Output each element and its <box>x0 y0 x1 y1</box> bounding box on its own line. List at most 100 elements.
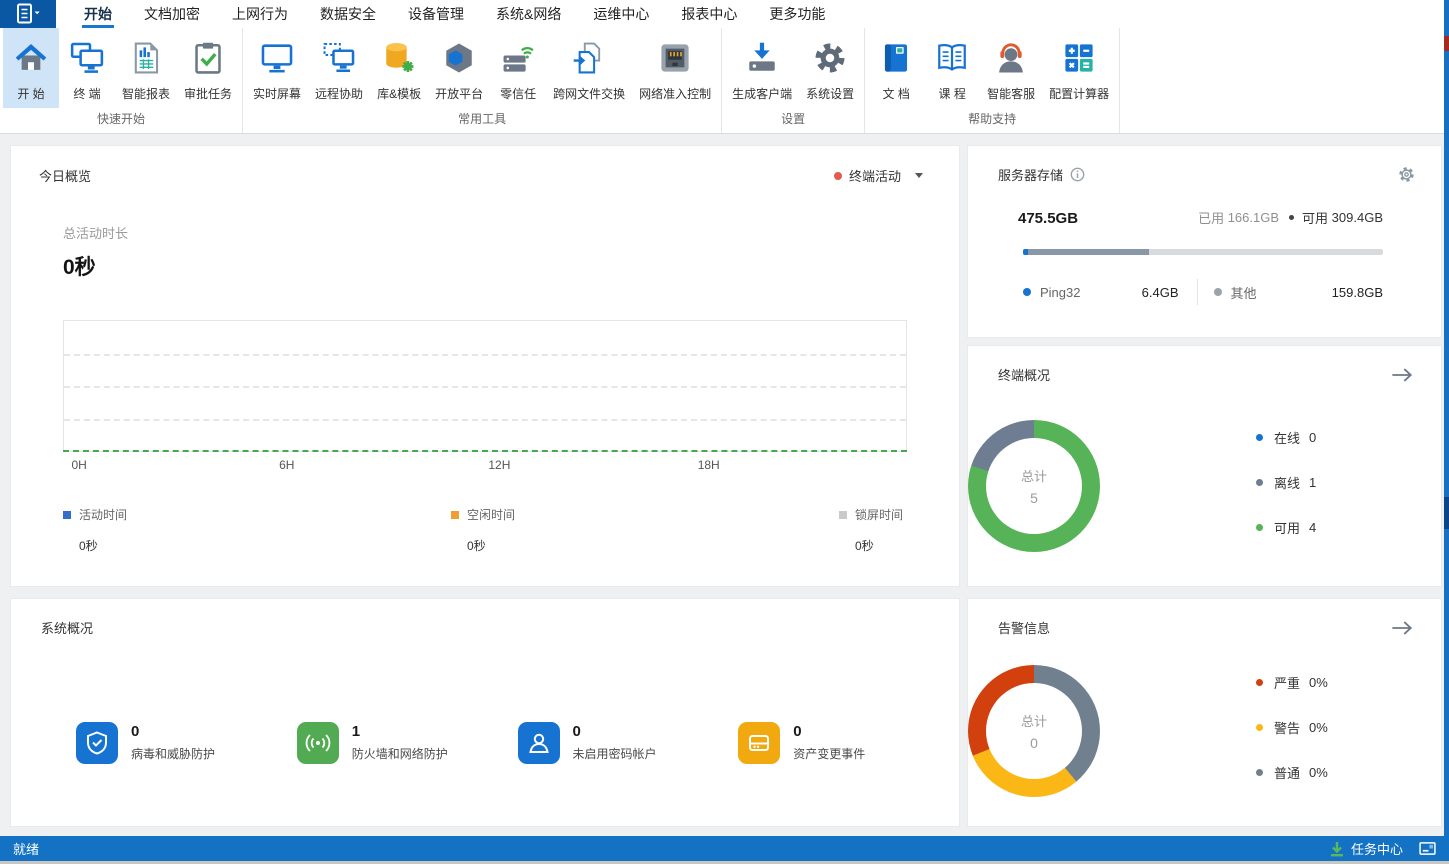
shield-check-icon <box>76 722 118 764</box>
x-tick: 6H <box>279 458 294 472</box>
smart-report-button-label: 智能报表 <box>122 85 170 102</box>
menu-tab-web-behavior[interactable]: 上网行为 <box>216 0 304 28</box>
task-window-icon[interactable] <box>1419 842 1436 855</box>
zero-trust-button[interactable]: 零信任 <box>490 28 546 108</box>
arrow-right-icon[interactable] <box>1391 620 1413 636</box>
user-account-icon <box>518 722 560 764</box>
activity-legend: 活动时间 0秒 空闲时间 0秒 锁屏时间 0秒 <box>63 506 903 554</box>
total-activity-label: 总活动时长 <box>63 223 959 242</box>
today-card-title: 今日概览 <box>39 166 91 185</box>
menu-tab-system-network[interactable]: 系统&网络 <box>480 0 577 28</box>
approval-tasks-button[interactable]: 审批任务 <box>177 28 239 108</box>
config-calculator-button-label: 配置计算器 <box>1049 85 1109 102</box>
legend-swatch <box>63 511 71 519</box>
stat-virus-protection[interactable]: 0 病毒和威胁防护 <box>76 721 297 765</box>
arrow-right-icon[interactable] <box>1391 367 1413 383</box>
menu-tab-start[interactable]: 开始 <box>68 0 128 28</box>
config-calculator-button[interactable]: 配置计算器 <box>1042 28 1116 108</box>
right-scrollbar[interactable] <box>1444 0 1449 836</box>
legend-active-time: 活动时间 0秒 <box>63 506 127 554</box>
filter-dot <box>834 172 842 180</box>
scrollbar-marker <box>1444 36 1449 51</box>
smart-report-button[interactable]: 智能报表 <box>115 28 177 108</box>
ribbon-group-label: 快速开始 <box>0 108 242 133</box>
home-icon <box>14 34 48 82</box>
stat-no-password-accounts[interactable]: 0 未启用密码帐户 <box>518 721 739 765</box>
separator-dot <box>1289 215 1294 220</box>
stat-firewall-protection[interactable]: 1 防火墙和网络防护 <box>297 721 518 765</box>
legend-available: 可用 4 <box>1256 518 1316 537</box>
terminal-donut-chart: 总计 5 <box>968 420 1100 552</box>
system-settings-button[interactable]: 系统设置 <box>799 28 861 108</box>
network-access-control-button-label: 网络准入控制 <box>639 85 711 102</box>
smart-report-icon <box>129 34 163 82</box>
terminal-legend: 在线 0 离线 1 可用 4 <box>1256 428 1316 563</box>
ribbon-group-label: 设置 <box>722 108 864 133</box>
menu-tab-ops-center[interactable]: 运维中心 <box>577 0 665 28</box>
menu-tab-report-center[interactable]: 报表中心 <box>665 0 753 28</box>
generate-client-button-label: 生成客户端 <box>732 85 792 102</box>
approval-clipboard-icon <box>191 34 225 82</box>
realtime-screen-icon <box>260 34 294 82</box>
status-ready-text: 就绪 <box>13 839 39 858</box>
ethernet-port-icon <box>658 34 692 82</box>
start-button[interactable]: 开 始 <box>3 28 59 108</box>
chevron-down-icon <box>915 173 923 178</box>
asset-device-icon <box>738 722 780 764</box>
alerts-donut-chart: 总计 0 <box>968 665 1100 797</box>
approval-tasks-button-label: 审批任务 <box>184 85 232 102</box>
chart-x-axis: 0H 6H 12H 18H <box>63 458 907 474</box>
alerts-card: 告警信息 总计 0 严重 0% 警告 0% 普通 0% <box>967 598 1442 827</box>
library-template-button[interactable]: 库&模板 <box>370 28 428 108</box>
open-platform-button-label: 开放平台 <box>435 85 483 102</box>
app-menu-button[interactable] <box>0 0 56 28</box>
open-platform-button[interactable]: 开放平台 <box>428 28 490 108</box>
storage-total: 475.5GB <box>1018 210 1078 227</box>
activity-filter-dropdown[interactable]: 终端活动 <box>834 166 923 185</box>
system-stats-row: 0 病毒和威胁防护 1 防火墙和网络防护 0 未启用密码帐户 <box>11 721 959 765</box>
generate-client-button[interactable]: 生成客户端 <box>725 28 799 108</box>
system-settings-button-label: 系统设置 <box>806 85 854 102</box>
stat-asset-change-events[interactable]: 0 资产变更事件 <box>738 721 959 765</box>
ribbon-group-label: 常用工具 <box>243 108 721 133</box>
network-access-control-button[interactable]: 网络准入控制 <box>632 28 718 108</box>
ribbon-group-label: 帮助支持 <box>865 108 1119 133</box>
open-book-icon <box>935 34 969 82</box>
ribbon-group-settings: 生成客户端 系统设置 设置 <box>722 28 865 133</box>
legend-lock-time: 锁屏时间 0秒 <box>839 506 903 554</box>
app-menu-icon <box>13 3 43 25</box>
menu-tab-data-security[interactable]: 数据安全 <box>304 0 392 28</box>
menu-tab-doc-encrypt[interactable]: 文档加密 <box>128 0 216 28</box>
docs-button[interactable]: 文 档 <box>868 28 924 108</box>
cube-icon <box>442 34 476 82</box>
terminals-button[interactable]: 终 端 <box>59 28 115 108</box>
legend-swatch <box>451 511 459 519</box>
filter-label: 终端活动 <box>849 166 901 185</box>
course-button[interactable]: 课 程 <box>924 28 980 108</box>
server-storage-card: 服务器存储 475.5GB 已用 166.1GB 可用 309.4GB Ping… <box>967 145 1442 338</box>
task-center-button[interactable]: 任务中心 <box>1329 839 1403 858</box>
storage-settings-gear-icon[interactable] <box>1398 166 1415 183</box>
free-label: 可用 <box>1302 208 1328 227</box>
cross-network-file-button[interactable]: 跨网文件交换 <box>546 28 632 108</box>
alerts-card-title: 告警信息 <box>998 618 1050 637</box>
legend-offline: 离线 1 <box>1256 473 1316 492</box>
legend-online: 在线 0 <box>1256 428 1316 447</box>
legend-dot <box>1256 769 1263 776</box>
realtime-screen-button[interactable]: 实时屏幕 <box>246 28 308 108</box>
book-icon <box>879 34 913 82</box>
menu-tab-more[interactable]: 更多功能 <box>753 0 841 28</box>
x-tick: 18H <box>698 458 720 472</box>
info-icon[interactable] <box>1070 167 1085 182</box>
terminal-card-title: 终端概况 <box>998 365 1050 384</box>
docs-button-label: 文 档 <box>882 85 909 102</box>
legend-dot <box>1256 479 1263 486</box>
remote-assist-button[interactable]: 远程协助 <box>308 28 370 108</box>
menu-tab-device-mgmt[interactable]: 设备管理 <box>392 0 480 28</box>
total-activity-value: 0秒 <box>63 251 959 281</box>
course-button-label: 课 程 <box>938 85 965 102</box>
storage-legend: Ping32 6.4GB 其他 159.8GB <box>1023 279 1383 305</box>
donut-center-value: 5 <box>1030 490 1038 506</box>
scrollbar-thumb[interactable] <box>1444 497 1449 529</box>
smart-support-button[interactable]: 智能客服 <box>980 28 1042 108</box>
